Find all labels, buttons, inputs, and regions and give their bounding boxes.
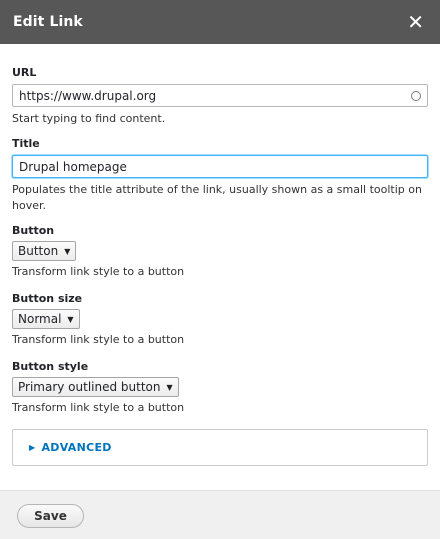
button-label: Button xyxy=(12,224,55,237)
close-icon[interactable]: ✕ xyxy=(407,12,424,32)
button-field-group: Button Button ▼ Transform link style to … xyxy=(12,224,428,280)
button-style-description: Transform link style to a button xyxy=(12,401,185,414)
title-input-value: Drupal homepage xyxy=(19,159,127,174)
button-size-select[interactable]: Normal ▼ xyxy=(12,309,80,329)
button-size-select-value: Normal xyxy=(18,312,62,326)
button-size-description: Transform link style to a button xyxy=(12,333,185,346)
url-field-group: URL https://www.drupal.org Start typing … xyxy=(12,66,428,127)
title-description: Populates the title attribute of the lin… xyxy=(12,183,422,212)
url-label: URL xyxy=(12,66,37,79)
chevron-down-icon: ▼ xyxy=(166,382,173,392)
triangle-right-icon: ▶ xyxy=(29,443,36,452)
dialog-footer: Save xyxy=(0,490,440,539)
chevron-down-icon: ▼ xyxy=(67,314,74,324)
advanced-details: ▶ ADVANCED xyxy=(12,429,428,466)
edit-link-dialog: Edit Link ✕ URL https://www.drupal.org S… xyxy=(0,0,440,539)
url-input-value: https://www.drupal.org xyxy=(19,88,157,103)
button-size-label: Button size xyxy=(12,292,83,305)
save-button[interactable]: Save xyxy=(17,504,84,528)
chevron-down-icon: ▼ xyxy=(64,246,71,256)
advanced-summary[interactable]: ▶ ADVANCED xyxy=(29,441,112,454)
button-description: Transform link style to a button xyxy=(12,265,185,278)
button-select-value: Button xyxy=(18,244,59,258)
button-style-select-value: Primary outlined button xyxy=(18,380,161,394)
dialog-title: Edit Link xyxy=(13,14,83,30)
url-description: Start typing to find content. xyxy=(12,112,166,125)
button-select[interactable]: Button ▼ xyxy=(12,241,77,261)
autocomplete-throbber-icon xyxy=(411,90,421,101)
title-label: Title xyxy=(12,137,40,150)
advanced-summary-label: ADVANCED xyxy=(41,441,112,454)
button-style-select[interactable]: Primary outlined button ▼ xyxy=(12,377,179,397)
button-style-label: Button style xyxy=(12,360,89,373)
button-size-field-group: Button size Normal ▼ Transform link styl… xyxy=(12,292,428,348)
title-field-group: Title Drupal homepage Populates the titl… xyxy=(12,137,428,214)
url-input[interactable]: https://www.drupal.org xyxy=(12,84,428,107)
title-input[interactable]: Drupal homepage xyxy=(12,155,428,178)
button-style-field-group: Button style Primary outlined button ▼ T… xyxy=(12,360,428,416)
dialog-titlebar: Edit Link ✕ xyxy=(0,0,440,44)
